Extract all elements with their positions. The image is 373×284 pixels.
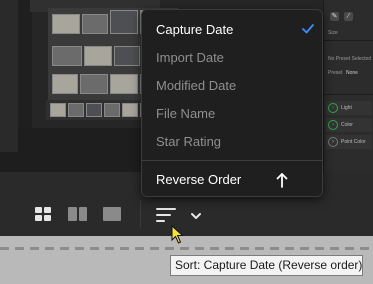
menu-item-label: File Name <box>156 106 216 121</box>
sort-option-file-name[interactable]: File Name <box>142 100 322 128</box>
section-label: Color <box>341 122 353 128</box>
thumbnail <box>80 74 108 94</box>
section-point-color[interactable]: › Point Color <box>326 135 372 149</box>
embedded-bottom-bar <box>18 128 158 152</box>
sort-menu: Capture Date Import Date Modified Date F… <box>141 9 323 197</box>
filmstrip-thumb <box>86 103 102 117</box>
menu-item-label: Import Date <box>156 50 224 65</box>
thumbnail <box>52 46 82 66</box>
section-label: Light <box>341 105 352 111</box>
thumbnail <box>82 14 108 34</box>
size-label: Size <box>328 30 338 36</box>
sort-option-modified-date[interactable]: Modified Date <box>142 72 322 100</box>
eyedropper-icon[interactable]: ⁄ <box>344 12 353 21</box>
sort-option-star-rating[interactable]: Star Rating <box>142 128 322 156</box>
thumbnail <box>110 74 138 94</box>
sort-lines-icon[interactable] <box>156 206 176 222</box>
section-color[interactable]: › Color <box>326 118 372 132</box>
panel-divider <box>324 94 373 95</box>
sort-option-capture-date[interactable]: Capture Date <box>142 16 322 44</box>
toolbar-divider <box>140 200 141 228</box>
preset-label: Preset <box>328 70 343 76</box>
sort-tooltip: Sort: Capture Date (Reverse order) <box>170 255 363 276</box>
panel-divider <box>324 40 373 41</box>
menu-item-label: Capture Date <box>156 22 234 37</box>
filmstrip-thumb <box>50 103 66 117</box>
reverse-order-option[interactable]: Reverse Order <box>142 166 322 194</box>
sort-option-import-date[interactable]: Import Date <box>142 44 322 72</box>
edit-side-panel: ✎ ⁄ Size No Preset Selected Preset None … <box>323 0 373 172</box>
dashed-divider <box>0 247 373 250</box>
menu-item-label: Reverse Order <box>156 172 242 187</box>
chevron-down-icon[interactable] <box>190 208 202 219</box>
mouse-cursor-icon <box>171 225 184 244</box>
thumbnail <box>52 14 80 34</box>
preset-value[interactable]: None <box>346 70 358 76</box>
menu-separator <box>142 160 322 161</box>
thumbnail <box>110 10 138 34</box>
filmstrip-thumb <box>122 103 138 117</box>
grid-view-icon[interactable] <box>35 207 51 221</box>
checkmark-icon <box>302 24 314 34</box>
chevron-right-icon: › <box>328 137 338 147</box>
thumbnail <box>52 74 78 94</box>
section-label: Point Color <box>341 139 366 145</box>
thumbnail <box>84 46 112 66</box>
menu-item-label: Modified Date <box>156 78 237 93</box>
chevron-right-icon: › <box>328 103 338 113</box>
single-view-icon[interactable] <box>103 207 121 221</box>
arrow-up-icon <box>276 173 288 188</box>
chevron-right-icon: › <box>328 120 338 130</box>
section-light[interactable]: › Light <box>326 101 372 115</box>
menu-item-label: Star Rating <box>156 134 222 149</box>
compare-view-icon[interactable] <box>68 207 87 221</box>
brush-icon[interactable]: ✎ <box>330 12 339 21</box>
thumbnail <box>114 46 140 66</box>
no-preset-label: No Preset Selected <box>328 56 372 62</box>
filmstrip-thumb <box>104 103 120 117</box>
filmstrip-thumb <box>68 103 84 117</box>
